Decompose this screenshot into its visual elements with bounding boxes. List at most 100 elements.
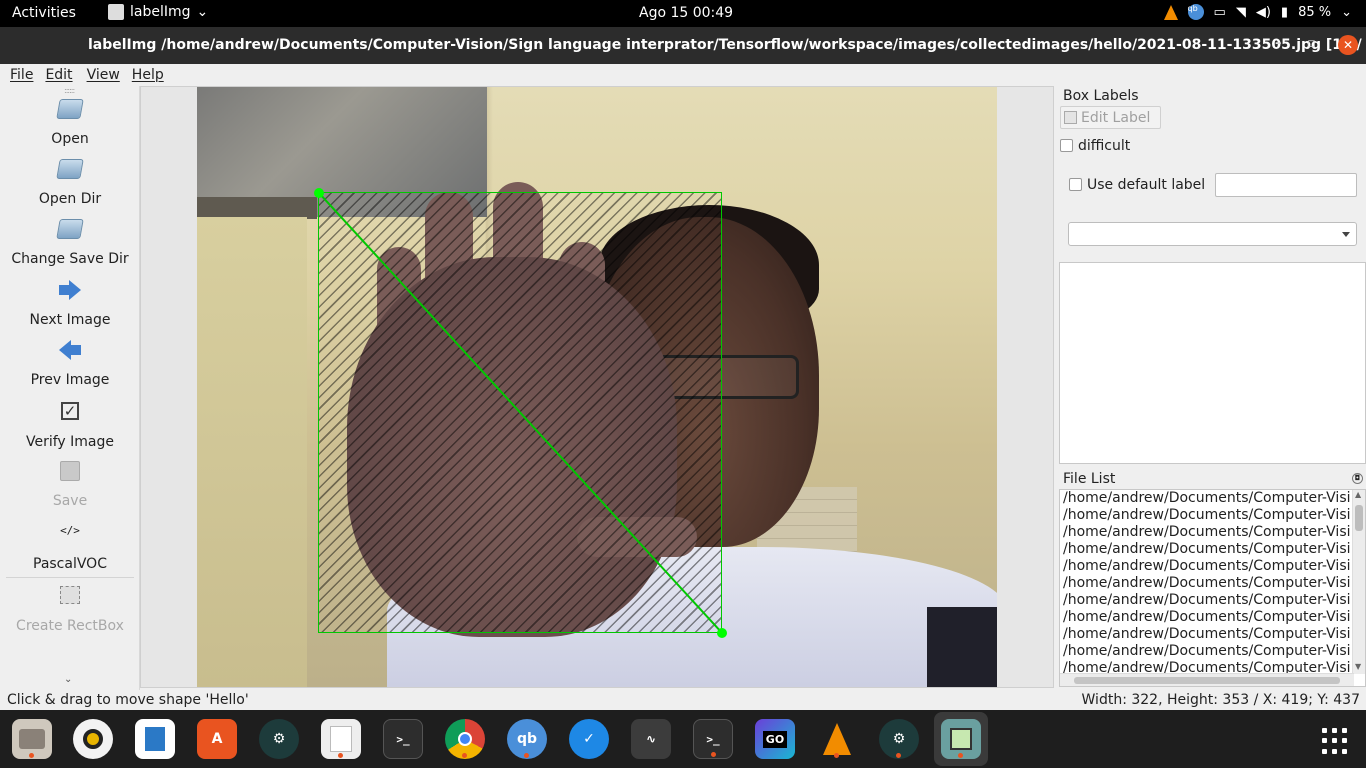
photo-shelf [197, 197, 317, 219]
files-icon[interactable] [12, 719, 52, 759]
system-menu-chevron-icon[interactable]: ⌄ [1341, 5, 1352, 20]
use-default-label-label: Use default label [1087, 177, 1206, 193]
format-label: PascalVOC [33, 556, 107, 572]
battery-percentage[interactable]: 85 % [1298, 5, 1331, 20]
toolbar-grip[interactable]: :::::: [64, 86, 75, 95]
list-item[interactable]: /home/andrew/Documents/Computer-Visio [1060, 507, 1350, 524]
label-combobox[interactable] [1068, 222, 1357, 246]
scroll-up-icon[interactable]: ▲ [1355, 490, 1361, 499]
next-image-button[interactable]: Next Image [0, 276, 140, 328]
toolbar-more-chevron-icon[interactable]: ⌄ [64, 674, 72, 685]
labelimg-icon[interactable] [941, 719, 981, 759]
edit-label-button[interactable]: Edit Label [1060, 106, 1161, 129]
verify-image-button[interactable]: ✓ Verify Image [0, 398, 140, 450]
rectbox-icon [57, 586, 83, 612]
create-rectbox-button[interactable]: Create RectBox [0, 583, 140, 634]
save-button[interactable]: Save [0, 458, 140, 509]
menu-help[interactable]: Help [130, 64, 174, 86]
labelimg-app-icon [108, 4, 124, 20]
create-rectbox-label: Create RectBox [16, 618, 124, 634]
software-icon[interactable]: A [197, 719, 237, 759]
scroll-thumb[interactable] [1355, 505, 1363, 531]
undock-icon[interactable]: ◘ [1352, 473, 1363, 484]
status-position: Width: 322, Height: 353 / X: 419; Y: 437 [1081, 692, 1360, 708]
vlc-tray-icon[interactable] [1163, 4, 1178, 20]
app-menu-label: labelImg [130, 4, 191, 20]
webcam-photo[interactable] [197, 87, 997, 687]
list-item[interactable]: /home/andrew/Documents/Computer-Visio [1060, 575, 1350, 592]
right-panel: Box Labels Edit Label difficult Use defa… [1056, 86, 1366, 690]
list-item[interactable]: /home/andrew/Documents/Computer-Visio [1060, 490, 1350, 507]
menu-bar: File Edit View Help [0, 64, 1366, 86]
open-button[interactable]: Open [0, 96, 140, 147]
gitkraken-icon[interactable]: ⚙ [879, 719, 919, 759]
open-dir-button[interactable]: Open Dir [0, 156, 140, 207]
use-default-label-checkbox[interactable] [1069, 178, 1082, 191]
chrome-icon[interactable] [445, 719, 485, 759]
file-list-horizontal-scrollbar[interactable] [1060, 673, 1354, 686]
gnome-top-bar: Activities labelImg ⌄ Ago 15 00:49 qb ▭ … [0, 0, 1366, 27]
window-title: labelImg /home/andrew/Documents/Computer… [88, 37, 1366, 53]
bbox-handle-bottom-right[interactable] [717, 628, 727, 638]
file-list[interactable]: /home/andrew/Documents/Computer-Visio /h… [1059, 489, 1366, 687]
format-toggle-button[interactable]: </> PascalVOC [0, 518, 140, 572]
window-title-bar: labelImg /home/andrew/Documents/Computer… [0, 27, 1366, 64]
open-label: Open [51, 131, 89, 147]
rhythmbox-icon[interactable] [73, 719, 113, 759]
scroll-down-icon[interactable]: ▼ [1355, 662, 1361, 671]
menu-edit[interactable]: Edit [43, 64, 82, 86]
vlc-icon[interactable] [817, 719, 857, 759]
clock[interactable]: Ago 15 00:49 [639, 5, 733, 21]
list-item[interactable]: /home/andrew/Documents/Computer-Visio [1060, 626, 1350, 643]
minimize-button[interactable]: – [1275, 36, 1282, 51]
difficult-checkbox[interactable] [1060, 139, 1073, 152]
file-list-vertical-scrollbar[interactable]: ▲ ▼ [1352, 490, 1365, 674]
qbittorrent-tray-icon[interactable]: qb [1187, 4, 1204, 20]
system-tray[interactable]: qb ▭ ◥ ◀) ▮ 85 % ⌄ [1163, 4, 1352, 20]
list-item[interactable]: /home/andrew/Documents/Computer-Visio [1060, 609, 1350, 626]
hscroll-thumb[interactable] [1074, 677, 1340, 684]
goland-icon[interactable]: GO [755, 719, 795, 759]
prev-image-button[interactable]: Prev Image [0, 336, 140, 388]
list-item[interactable]: /home/andrew/Documents/Computer-Visio [1060, 524, 1350, 541]
status-message: Click & drag to move shape 'Hello' [7, 692, 249, 708]
dropdown-arrow-icon [1342, 232, 1350, 237]
close-window-button[interactable]: ✕ [1338, 35, 1358, 55]
terminal-icon[interactable]: >_ [693, 719, 733, 759]
screen-icon[interactable]: ▭ [1214, 5, 1226, 20]
list-item[interactable]: /home/andrew/Documents/Computer-Visio [1060, 558, 1350, 575]
bbox-handle-top-left[interactable] [314, 188, 324, 198]
menu-file[interactable]: File [0, 64, 43, 86]
list-item[interactable]: /home/andrew/Documents/Computer-Visio [1060, 592, 1350, 609]
menu-view[interactable]: View [83, 64, 130, 86]
list-item[interactable]: /home/andrew/Documents/Computer-Visio [1060, 643, 1350, 660]
status-bar: Click & drag to move shape 'Hello' Width… [0, 690, 1366, 710]
open-dir-label: Open Dir [38, 191, 102, 207]
code-icon: </> [57, 524, 83, 550]
list-item[interactable]: /home/andrew/Documents/Computer-Visio [1060, 541, 1350, 558]
default-label-input[interactable] [1215, 173, 1357, 197]
wifi-icon[interactable]: ◥ [1236, 5, 1246, 20]
image-canvas[interactable] [140, 86, 1054, 688]
show-applications-icon[interactable] [1322, 728, 1348, 754]
label-list[interactable] [1059, 262, 1366, 464]
chevron-down-icon: ⌄ [196, 4, 209, 20]
file-list-header: File List [1063, 471, 1116, 487]
system-monitor-icon[interactable]: ∿ [631, 719, 671, 759]
volume-icon[interactable]: ◀) [1256, 5, 1271, 20]
document-viewer-icon[interactable] [321, 719, 361, 759]
prev-image-label: Prev Image [30, 372, 110, 388]
writer-icon[interactable] [135, 719, 175, 759]
qbittorrent-icon[interactable]: qb [507, 719, 547, 759]
activities-button[interactable]: Activities [12, 5, 76, 21]
tasks-icon[interactable]: ✓ [569, 719, 609, 759]
gitkraken-icon[interactable]: ⚙ [259, 719, 299, 759]
app-menu[interactable]: labelImg ⌄ [108, 4, 208, 20]
maximize-button[interactable]: ▫ [1307, 36, 1316, 51]
bounding-box-hello[interactable] [318, 192, 723, 634]
folder-open-icon [56, 99, 84, 125]
change-save-dir-button[interactable]: Change Save Dir [0, 216, 140, 267]
terminal-icon[interactable]: >_ [383, 719, 423, 759]
battery-icon[interactable]: ▮ [1281, 5, 1288, 20]
edit-label-text: Edit Label [1081, 109, 1151, 126]
